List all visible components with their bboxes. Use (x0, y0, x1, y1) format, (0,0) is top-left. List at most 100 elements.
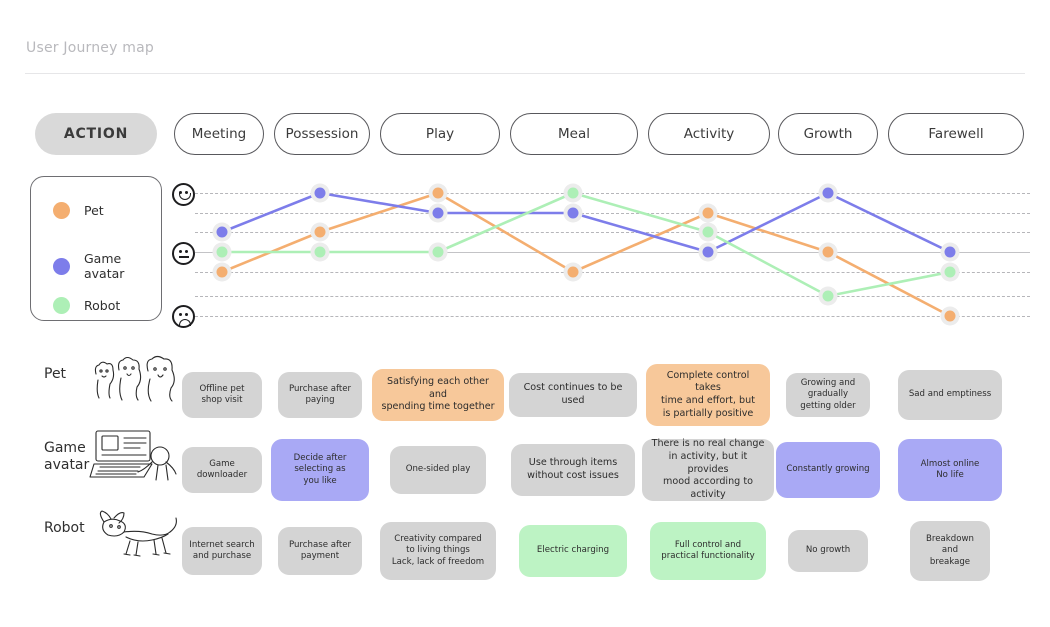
data-point-pet[interactable] (940, 306, 960, 326)
journey-card[interactable]: Complete control takes time and effort, … (646, 364, 770, 426)
journey-card[interactable]: Creativity compared to living things Lac… (380, 522, 496, 580)
journey-card-text: Purchase after paying (288, 383, 352, 405)
satisfaction-chart: Pet Game avatar Robot (0, 172, 1050, 342)
data-point-robot[interactable] (428, 242, 448, 262)
stage-pill-play[interactable]: Play (380, 113, 500, 155)
data-point-game-avatar[interactable] (428, 203, 448, 223)
action-row: ACTION Meeting Possession Play Meal Activity G… (0, 113, 1050, 155)
data-point-game-avatar[interactable] (698, 242, 718, 262)
stage-pill-farewell[interactable]: Farewell (888, 113, 1024, 155)
journey-card[interactable]: Internet search and purchase (182, 527, 262, 575)
data-point-dot-icon (314, 187, 326, 199)
data-point-game-avatar[interactable] (212, 222, 232, 242)
stage-pill-meeting[interactable]: Meeting (174, 113, 264, 155)
header-divider (25, 73, 1025, 74)
journey-card-text: Electric charging (536, 545, 610, 556)
series-line-robot (220, 191, 952, 298)
data-point-dot-icon (314, 246, 326, 258)
journey-card-text: Constantly growing (786, 464, 870, 475)
data-point-dot-icon (432, 207, 444, 219)
data-point-pet[interactable] (563, 262, 583, 282)
journey-card-text: Use through items without cost issues (527, 457, 619, 481)
data-point-pet[interactable] (212, 262, 232, 282)
happy-face-icon (172, 183, 195, 206)
journey-card-text: Cost continues to be used (523, 382, 623, 406)
series-line-pet (220, 191, 952, 318)
data-point-dot-icon (702, 226, 714, 238)
data-point-robot[interactable] (940, 262, 960, 282)
journey-card-text: Game downloader (196, 458, 248, 480)
journey-card[interactable]: Use through items without cost issues (511, 444, 635, 496)
journey-card-text: Full control and practical functionality (661, 539, 755, 561)
journey-card[interactable]: Satisfying each other and spending time … (372, 369, 504, 421)
chart-legend: Pet Game avatar Robot (30, 176, 162, 321)
journey-rows: Pet Offline pet shop visit Purchase after … (0, 355, 1050, 608)
data-point-dot-icon (567, 207, 579, 219)
data-point-robot[interactable] (698, 222, 718, 242)
data-point-robot[interactable] (818, 286, 838, 306)
stage-pill-possession[interactable]: Possession (274, 113, 370, 155)
data-point-pet[interactable] (310, 222, 330, 242)
row-label-pet: Pet (44, 366, 67, 382)
sad-face-icon (172, 305, 195, 328)
journey-card-text: Breakdown and breakage (926, 533, 974, 567)
journey-card[interactable]: Cost continues to be used (509, 373, 637, 417)
data-point-robot[interactable] (563, 183, 583, 203)
data-point-dot-icon (822, 187, 834, 199)
journey-card[interactable]: Sad and emptiness (898, 370, 1002, 420)
data-point-game-avatar[interactable] (940, 242, 960, 262)
data-point-dot-icon (944, 246, 956, 258)
data-point-dot-icon (314, 226, 326, 238)
journey-card[interactable]: One-sided play (390, 446, 486, 494)
data-point-dot-icon (822, 290, 834, 302)
journey-card[interactable]: Electric charging (519, 525, 627, 577)
data-point-dot-icon (822, 246, 834, 258)
data-point-dot-icon (216, 226, 228, 238)
legend-dot-icon (53, 257, 70, 275)
legend-item-game-avatar[interactable]: Game avatar (53, 251, 124, 281)
journey-card[interactable]: Breakdown and breakage (910, 521, 990, 581)
journey-card[interactable]: Decide after selecting as you like (271, 439, 369, 501)
data-point-dot-icon (216, 246, 228, 258)
journey-card[interactable]: There is no real change in activity, but… (642, 438, 774, 501)
legend-label: Pet (84, 203, 104, 218)
data-point-dot-icon (432, 246, 444, 258)
data-point-pet[interactable] (428, 183, 448, 203)
legend-item-robot[interactable]: Robot (53, 297, 120, 314)
data-point-game-avatar[interactable] (563, 203, 583, 223)
journey-card[interactable]: Constantly growing (776, 442, 880, 498)
chart-plot-area (195, 172, 1030, 342)
row-label-robot: Robot (44, 520, 85, 536)
journey-card[interactable]: Almost online No life (898, 439, 1002, 501)
journey-card[interactable]: Game downloader (182, 447, 262, 493)
three-dogs-sketch (94, 355, 175, 402)
legend-label: Robot (84, 298, 121, 313)
stage-pill-activity[interactable]: Activity (648, 113, 770, 155)
data-point-dot-icon (944, 310, 956, 322)
action-label-pill: ACTION (35, 113, 157, 155)
page-title: User Journey map (26, 40, 154, 56)
journey-card-text: Sad and emptiness (908, 389, 992, 400)
data-point-pet[interactable] (698, 203, 718, 223)
stage-pill-growth[interactable]: Growth (778, 113, 878, 155)
journey-card-text: Decide after selecting as you like (293, 452, 347, 486)
journey-card-text: Internet search and purchase (189, 539, 255, 561)
journey-card[interactable]: Full control and practical functionality (650, 522, 766, 580)
stage-pill-meal[interactable]: Meal (510, 113, 638, 155)
journey-card[interactable]: Offline pet shop visit (182, 372, 262, 418)
journey-card[interactable]: Purchase after payment (278, 527, 362, 575)
data-point-game-avatar[interactable] (310, 183, 330, 203)
journey-card-text: One-sided play (405, 464, 471, 475)
legend-item-pet[interactable]: Pet (53, 202, 104, 219)
page-header: User Journey map (0, 0, 1050, 74)
data-point-robot[interactable] (212, 242, 232, 262)
data-point-game-avatar[interactable] (818, 183, 838, 203)
journey-card-text: Growing and gradually getting older (800, 377, 856, 411)
data-point-dot-icon (702, 207, 714, 219)
journey-card[interactable]: No growth (788, 530, 868, 572)
journey-card[interactable]: Purchase after paying (278, 372, 362, 418)
journey-card[interactable]: Growing and gradually getting older (786, 373, 870, 417)
data-point-pet[interactable] (818, 242, 838, 262)
legend-dot-icon (53, 202, 70, 219)
data-point-robot[interactable] (310, 242, 330, 262)
